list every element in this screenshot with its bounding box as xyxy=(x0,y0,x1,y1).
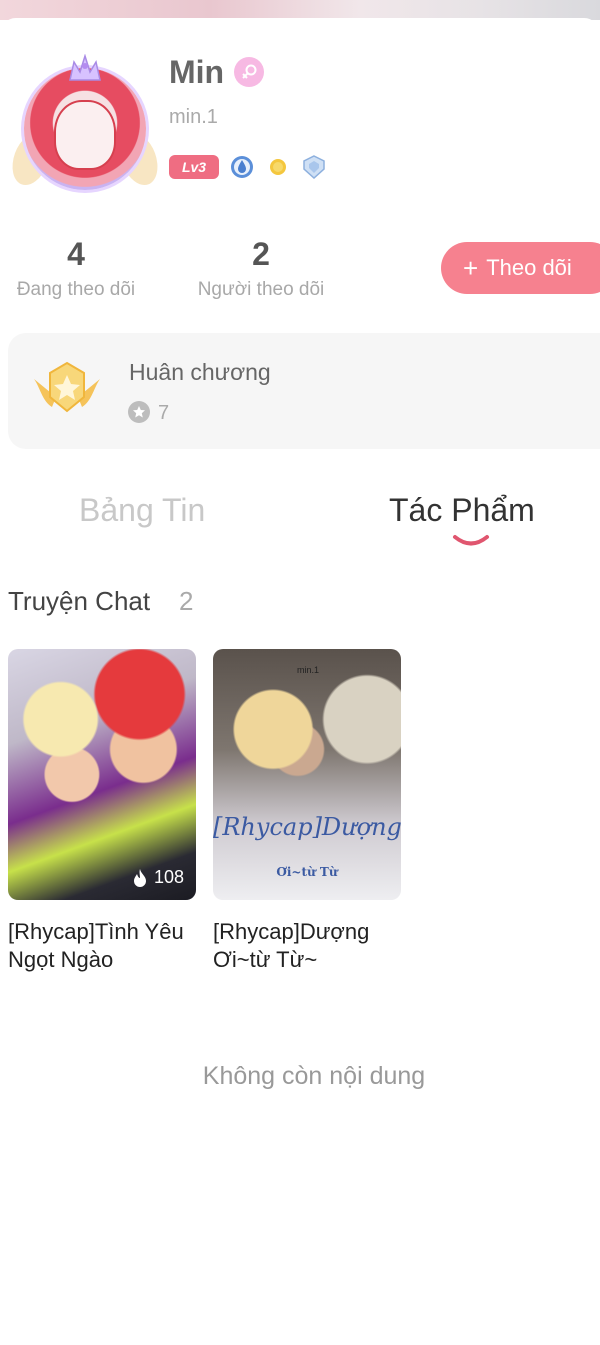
end-of-content-message: Không còn nội dung xyxy=(202,1062,426,1090)
story-card[interactable]: min.1 [Rhycap]Dượng Ơi~từ Từ [Rhycap]Dượ… xyxy=(213,649,401,974)
coin-badge-icon[interactable] xyxy=(265,154,291,180)
level-badge[interactable]: Lv3 xyxy=(169,155,219,179)
cover-subtitle-text: Ơi~từ Từ xyxy=(276,865,338,879)
view-count-value: 108 xyxy=(153,867,184,887)
following-stat[interactable]: 4 Đang theo dõi xyxy=(6,235,146,301)
follow-button-label: Theo dõi xyxy=(486,255,572,280)
star-icon xyxy=(128,401,150,423)
water-drop-badge-icon[interactable] xyxy=(229,154,255,180)
medal-count: 7 xyxy=(158,402,170,424)
plus-icon: + xyxy=(463,253,479,283)
profile-sheet xyxy=(0,18,600,58)
fire-icon xyxy=(133,868,146,887)
medal-card[interactable]: Huân chương 7 xyxy=(8,333,600,449)
female-gender-icon xyxy=(234,57,264,87)
followers-label: Người theo dõi xyxy=(197,279,325,300)
cover-watermark: min.1 xyxy=(297,665,320,675)
profile-handle: min.1 xyxy=(169,106,218,128)
view-count: 108 xyxy=(132,867,184,888)
cover-title-text: [Rhycap]Dượng xyxy=(213,813,401,841)
followers-count: 2 xyxy=(252,236,270,272)
badge-row: Lv3 xyxy=(169,153,327,181)
follow-button[interactable]: + Theo dõi xyxy=(441,242,600,294)
cover-image-strip xyxy=(0,0,600,20)
tab-feed[interactable]: Bảng Tin xyxy=(79,492,205,529)
crown-icon xyxy=(69,54,101,81)
medal-title: Huân chương xyxy=(129,359,271,385)
shield-badge-icon[interactable] xyxy=(301,154,327,180)
active-tab-indicator xyxy=(453,535,489,546)
story-cover-image[interactable]: min.1 [Rhycap]Dượng Ơi~từ Từ xyxy=(213,649,401,900)
section-title: Truyện Chat xyxy=(8,586,151,616)
story-cover-image[interactable]: 108 xyxy=(8,649,196,900)
tab-works[interactable]: Tác Phẩm xyxy=(389,492,535,529)
following-label: Đang theo dõi xyxy=(16,279,136,300)
profile-name: Min xyxy=(169,54,225,90)
avatar[interactable] xyxy=(5,54,165,196)
followers-stat[interactable]: 2 Người theo dõi xyxy=(188,235,334,301)
story-card[interactable]: 108 [Rhycap]Tình Yêu Ngọt Ngào xyxy=(8,649,196,974)
section-count: 2 xyxy=(179,586,194,616)
medal-icon xyxy=(34,361,100,413)
avatar-face xyxy=(54,100,116,170)
story-title[interactable]: [Rhycap]Dượng Ơi~từ Từ~ xyxy=(213,918,401,974)
story-title[interactable]: [Rhycap]Tình Yêu Ngọt Ngào xyxy=(8,918,196,974)
following-count: 4 xyxy=(67,236,85,272)
